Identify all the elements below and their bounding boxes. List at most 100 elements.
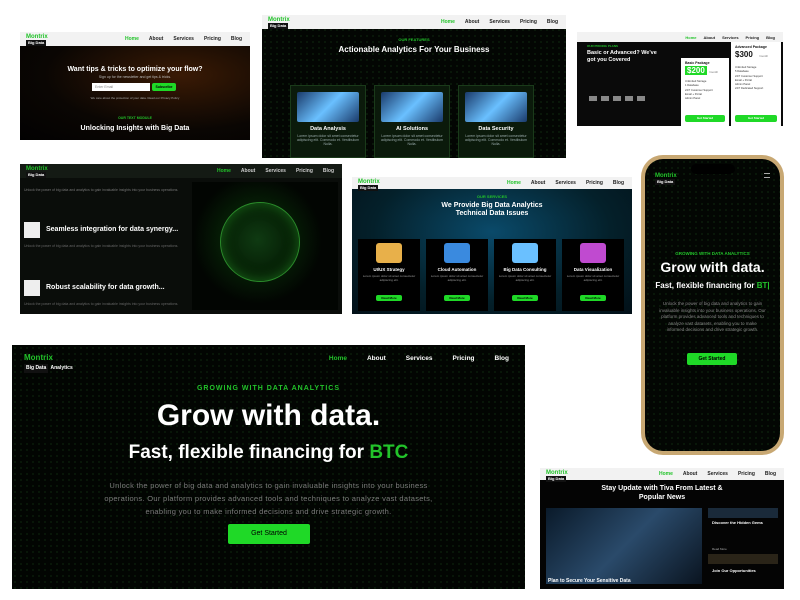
nav-about[interactable]: About (531, 180, 545, 186)
get-started-button[interactable]: Get Started (735, 115, 777, 122)
hero-nav: Home About Services Pricing Blog (329, 355, 509, 362)
card-desc: Lorem ipsum dolor sit amet consectetur a… (362, 274, 416, 282)
nav-pricing[interactable]: Pricing (296, 168, 313, 174)
post-title[interactable]: Join Our Opportunities (712, 568, 756, 573)
post-thumb (708, 554, 778, 564)
nav-pricing[interactable]: Pricing (520, 19, 537, 25)
advanced-plan-card: Advanced Package $300 /month Unlimited S… (731, 42, 781, 126)
nav-blog[interactable]: Blog (495, 355, 509, 362)
plan-features: Unlimited Storage 1 Database 24/7 Custom… (685, 80, 713, 101)
plan-price: $200 (685, 66, 707, 75)
nav-services[interactable]: Services (406, 355, 433, 362)
item-title: Seamless integration for data synergy... (46, 226, 179, 233)
card-title: Data Visualization (573, 267, 613, 272)
nav-blog[interactable]: Blog (613, 180, 624, 186)
card-desc: Lorem ipsum dolor sit amet consectetur a… (430, 274, 484, 282)
hero-tile: Montrix Big Data Analytics Home About Ser… (12, 345, 525, 589)
nav-services[interactable]: Services (489, 19, 510, 25)
module-title: Unlocking Insights with Big Data (80, 125, 190, 132)
top-nav: Home About Services Pricing Blog (20, 32, 250, 46)
nav-pricing[interactable]: Pricing (586, 180, 603, 186)
nav-about[interactable]: About (704, 35, 716, 40)
top-nav: Home About Services Pricing Blog (540, 468, 784, 480)
analytics-illustration-icon (297, 92, 359, 122)
get-started-button[interactable]: Get Started (228, 524, 310, 544)
read-more-button[interactable]: Read More (580, 295, 606, 301)
top-nav: Home About Services Pricing Blog (577, 32, 783, 42)
plan-features: Unlimited Storage 5 Database 24/7 Custom… (735, 66, 763, 92)
ai-illustration-icon (381, 92, 443, 122)
logo[interactable]: Montrix Big Data (26, 34, 48, 46)
blog-tile: Home About Services Pricing Blog Montrix… (540, 468, 784, 589)
get-started-button[interactable]: Get Started (687, 353, 737, 365)
nav-home[interactable]: Home (217, 168, 231, 174)
featured-post-title[interactable]: Plan to Secure Your Sensitive Data (548, 578, 631, 584)
nav-services[interactable]: Services (722, 35, 738, 40)
logo[interactable]: Montrix Big Data Analytics (24, 353, 73, 373)
feature-item: 24/7 Dedicated Support (735, 87, 764, 91)
email-field[interactable]: Enter Email (92, 83, 150, 91)
item-icon (24, 222, 40, 238)
menu-icon[interactable] (764, 173, 770, 178)
subhead-accent: BT| (756, 281, 770, 290)
logo[interactable]: Montrix Big Data (268, 17, 290, 29)
logo[interactable]: Montrix Big Data (546, 470, 568, 482)
plan-name: Basic Package (685, 61, 710, 65)
nav-about[interactable]: About (367, 355, 386, 362)
pricing-title: Basic or Advanced? We've got you Covered (587, 50, 657, 63)
services-tile: Home About Services Pricing Blog Montrix… (352, 177, 632, 314)
nav-home[interactable]: Home (329, 355, 347, 362)
nav-blog[interactable]: Blog (323, 168, 334, 174)
read-more-button[interactable]: Read More (376, 295, 402, 301)
nav-pricing[interactable]: Pricing (738, 471, 755, 477)
consulting-icon (512, 243, 538, 263)
security-illustration-icon (465, 92, 527, 122)
nav-pricing[interactable]: Pricing (453, 355, 475, 362)
integration-tile: Home About Services Pricing Blog Montrix… (20, 164, 342, 314)
nav-services[interactable]: Services (265, 168, 286, 174)
basic-plan-card: Basic Package $200 /month Unlimited Stor… (681, 58, 729, 126)
nav-home[interactable]: Home (659, 471, 673, 477)
nav-blog[interactable]: Blog (765, 471, 776, 477)
post-thumb (708, 508, 778, 518)
nav-blog[interactable]: Blog (766, 35, 775, 40)
nav-about[interactable]: About (683, 471, 697, 477)
nav-services[interactable]: Services (555, 180, 576, 186)
plan-name: Advanced Package (735, 45, 767, 49)
nav-about[interactable]: About (465, 19, 479, 25)
phone-notch (691, 164, 735, 174)
visualization-icon (580, 243, 606, 263)
read-more-button[interactable]: Read More (444, 295, 470, 301)
nav-pricing[interactable]: Pricing (204, 36, 221, 42)
nav-home[interactable]: Home (685, 35, 696, 40)
hero-subhead: Fast, flexible financing for BTC (12, 442, 525, 464)
nav-home[interactable]: Home (125, 36, 139, 42)
cloud-icon (444, 243, 470, 263)
nav-about[interactable]: About (149, 36, 163, 42)
get-started-button[interactable]: Get Started (685, 115, 725, 122)
nav-pricing[interactable]: Pricing (746, 35, 760, 40)
mobile-subhead: Fast, flexible financing for BT| (645, 281, 780, 290)
service-card: Data Visualization Lorem ipsum dolor sit… (562, 239, 624, 311)
subscribe-button[interactable]: Subscribe (152, 83, 176, 91)
nav-home[interactable]: Home (441, 19, 455, 25)
service-card: UI/UX Strategy Lorem ipsum dolor sit ame… (358, 239, 420, 311)
globe-icon (220, 202, 300, 282)
logo[interactable]: Montrix Big Data (26, 166, 48, 178)
nav-services[interactable]: Services (707, 471, 728, 477)
nav-services[interactable]: Services (173, 36, 194, 42)
post-title[interactable]: Discover the Hidden Gems (712, 520, 763, 525)
feature-card: Data Security Lorem ipsum dolor sit amet… (458, 85, 534, 158)
nav-blog[interactable]: Blog (231, 36, 242, 42)
nav-home[interactable]: Home (507, 180, 521, 186)
top-nav: Home About Services Pricing Blog (20, 164, 342, 178)
read-more-button[interactable]: Read More (512, 295, 538, 301)
post-read-more[interactable]: Read More (712, 547, 727, 551)
service-card: Big Data Consulting Lorem ipsum dolor si… (494, 239, 556, 311)
logo[interactable]: Montrix Big Data (655, 173, 677, 185)
blog-title: Stay Update with Tiva From Latest & Popu… (601, 485, 723, 501)
logo[interactable]: Montrix Big Data (358, 179, 380, 191)
nav-blog[interactable]: Blog (547, 19, 558, 25)
nav-about[interactable]: About (241, 168, 255, 174)
phone-frame: Montrix Big Data GROWING WITH DATA ANALYT… (641, 155, 784, 455)
